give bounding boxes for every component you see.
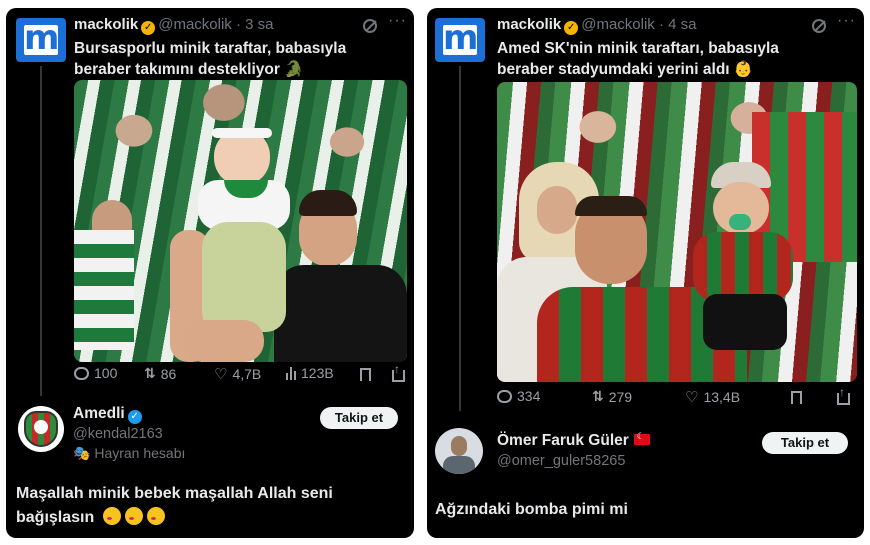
repost-count: 279 <box>608 388 633 405</box>
view-count: 123B <box>301 365 334 381</box>
repost-icon: ⇅ <box>144 365 156 381</box>
reply-author-handle[interactable]: @kendal2163 <box>73 426 163 442</box>
avatar-head <box>451 436 467 456</box>
baby-headband <box>212 128 272 138</box>
like-action[interactable]: ♡ 13,4B <box>685 388 740 406</box>
repost-count: 86 <box>160 365 177 382</box>
baby-pacifier <box>729 214 751 230</box>
bookmark-action[interactable] <box>791 391 802 404</box>
thread-line <box>40 66 42 396</box>
avatar-body <box>443 456 475 474</box>
reply-avatar[interactable] <box>18 406 64 452</box>
amed-crest-center <box>34 420 48 434</box>
like-icon: ♡ <box>685 389 699 406</box>
kiss-emoji-icon <box>124 507 143 525</box>
bookmark-icon <box>360 368 371 381</box>
right-tweet-panel: m mackolik ✓ @mackolik · 4 sa ··· Amed SK'… <box>427 8 864 538</box>
reply-author-name[interactable]: Ömer Faruk Güler <box>497 431 650 450</box>
left-tweet-panel: m mackolik ✓ @mackolik · 3 sa ··· Bursaspo… <box>6 8 414 538</box>
kiss-emoji-icon <box>102 507 121 525</box>
post-text: Bursasporlu minik taraftar, babasıyla be… <box>74 40 347 78</box>
verified-badge-icon: ✓ <box>141 21 156 35</box>
more-icon[interactable]: ··· <box>837 12 856 30</box>
repost-action[interactable]: ⇅ 86 <box>144 365 176 382</box>
author-handle[interactable]: @mackolik <box>581 16 655 33</box>
bookmark-icon <box>791 391 802 404</box>
avatar-letter: m <box>24 18 60 58</box>
reply-action[interactable]: 100 <box>74 365 117 381</box>
reply-count: 334 <box>517 388 541 404</box>
thread-line <box>459 66 461 411</box>
father-hair <box>299 190 357 216</box>
reply-name-text: Amedli <box>73 405 125 422</box>
bookmark-action[interactable] <box>360 368 371 381</box>
baby-shorts <box>703 294 787 350</box>
father-shirt <box>274 265 407 362</box>
turkish-flag-icon <box>633 431 650 445</box>
tweet-header: mackolik ✓ @mackolik · 3 sa <box>74 16 273 35</box>
baby-jersey <box>693 232 793 302</box>
more-icon[interactable]: ··· <box>388 12 407 30</box>
father-hand <box>184 320 264 362</box>
follow-button[interactable]: Takip et <box>320 407 398 429</box>
mackolik-avatar[interactable]: m <box>435 18 485 62</box>
like-count: 4,7B <box>232 366 262 382</box>
kiss-emoji-icon <box>146 507 165 525</box>
fan-icon: 🎭 <box>73 445 95 461</box>
post-photo[interactable] <box>74 80 407 362</box>
father-hair <box>575 196 647 216</box>
author-name[interactable]: mackolik <box>74 16 138 33</box>
woman-face <box>537 186 577 234</box>
fan-account-text: Hayran hesabı <box>94 445 186 461</box>
grok-icon[interactable] <box>812 19 826 33</box>
reply-text: Ağzındaki bomba pimi mi <box>435 501 628 518</box>
reply-icon <box>497 389 512 403</box>
author-name[interactable]: mackolik <box>497 16 561 33</box>
grok-icon[interactable] <box>363 19 377 33</box>
fan-scarf <box>74 230 134 350</box>
views-icon <box>286 366 296 380</box>
avatar-letter: m <box>443 18 479 58</box>
share-icon <box>392 362 405 382</box>
like-action[interactable]: ♡ 4,7B <box>214 365 261 383</box>
post-text: Amed SK'nin minik taraftarı, babasıyla b… <box>497 40 779 78</box>
follow-button[interactable]: Takip et <box>762 432 848 454</box>
fan-account-label: 🎭 Hayran hesabı <box>73 445 185 462</box>
verified-badge-icon: ✓ <box>564 21 579 35</box>
repost-icon: ⇅ <box>592 388 604 404</box>
reply-count: 100 <box>94 365 118 381</box>
reply-text-content: Maşallah minik bebek maşallah Allah seni… <box>16 485 333 526</box>
tweet-header: mackolik ✓ @mackolik · 4 sa <box>497 16 696 35</box>
mackolik-avatar[interactable]: m <box>16 18 66 62</box>
reply-avatar[interactable] <box>435 428 483 474</box>
reply-author-handle[interactable]: @omer_guler58265 <box>497 453 625 469</box>
reply-name-text: Ömer Faruk Güler <box>497 432 629 449</box>
share-action[interactable] <box>392 362 405 382</box>
views-action[interactable]: 123B <box>286 365 334 381</box>
share-action[interactable] <box>837 385 850 405</box>
post-time[interactable]: · 4 sa <box>659 16 697 33</box>
reply-icon <box>74 366 89 380</box>
author-handle[interactable]: @mackolik <box>158 16 232 33</box>
verified-badge-icon: ✓ <box>127 410 142 424</box>
repost-action[interactable]: ⇅ 279 <box>592 388 632 405</box>
like-icon: ♡ <box>214 366 228 383</box>
like-count: 13,4B <box>703 389 741 405</box>
reply-action[interactable]: 334 <box>497 388 540 404</box>
reply-text: Maşallah minik bebek maşallah Allah seni… <box>16 482 406 530</box>
reply-author-name[interactable]: Amedli ✓ <box>73 405 145 424</box>
action-bar: 334 ⇅ 279 ♡ 13,4B <box>497 385 857 408</box>
baby-pants <box>202 222 286 332</box>
post-photo[interactable] <box>497 82 857 382</box>
share-icon <box>837 385 850 405</box>
post-time[interactable]: · 3 sa <box>236 16 274 33</box>
action-bar: 100 ⇅ 86 ♡ 4,7B 123B <box>74 362 409 385</box>
